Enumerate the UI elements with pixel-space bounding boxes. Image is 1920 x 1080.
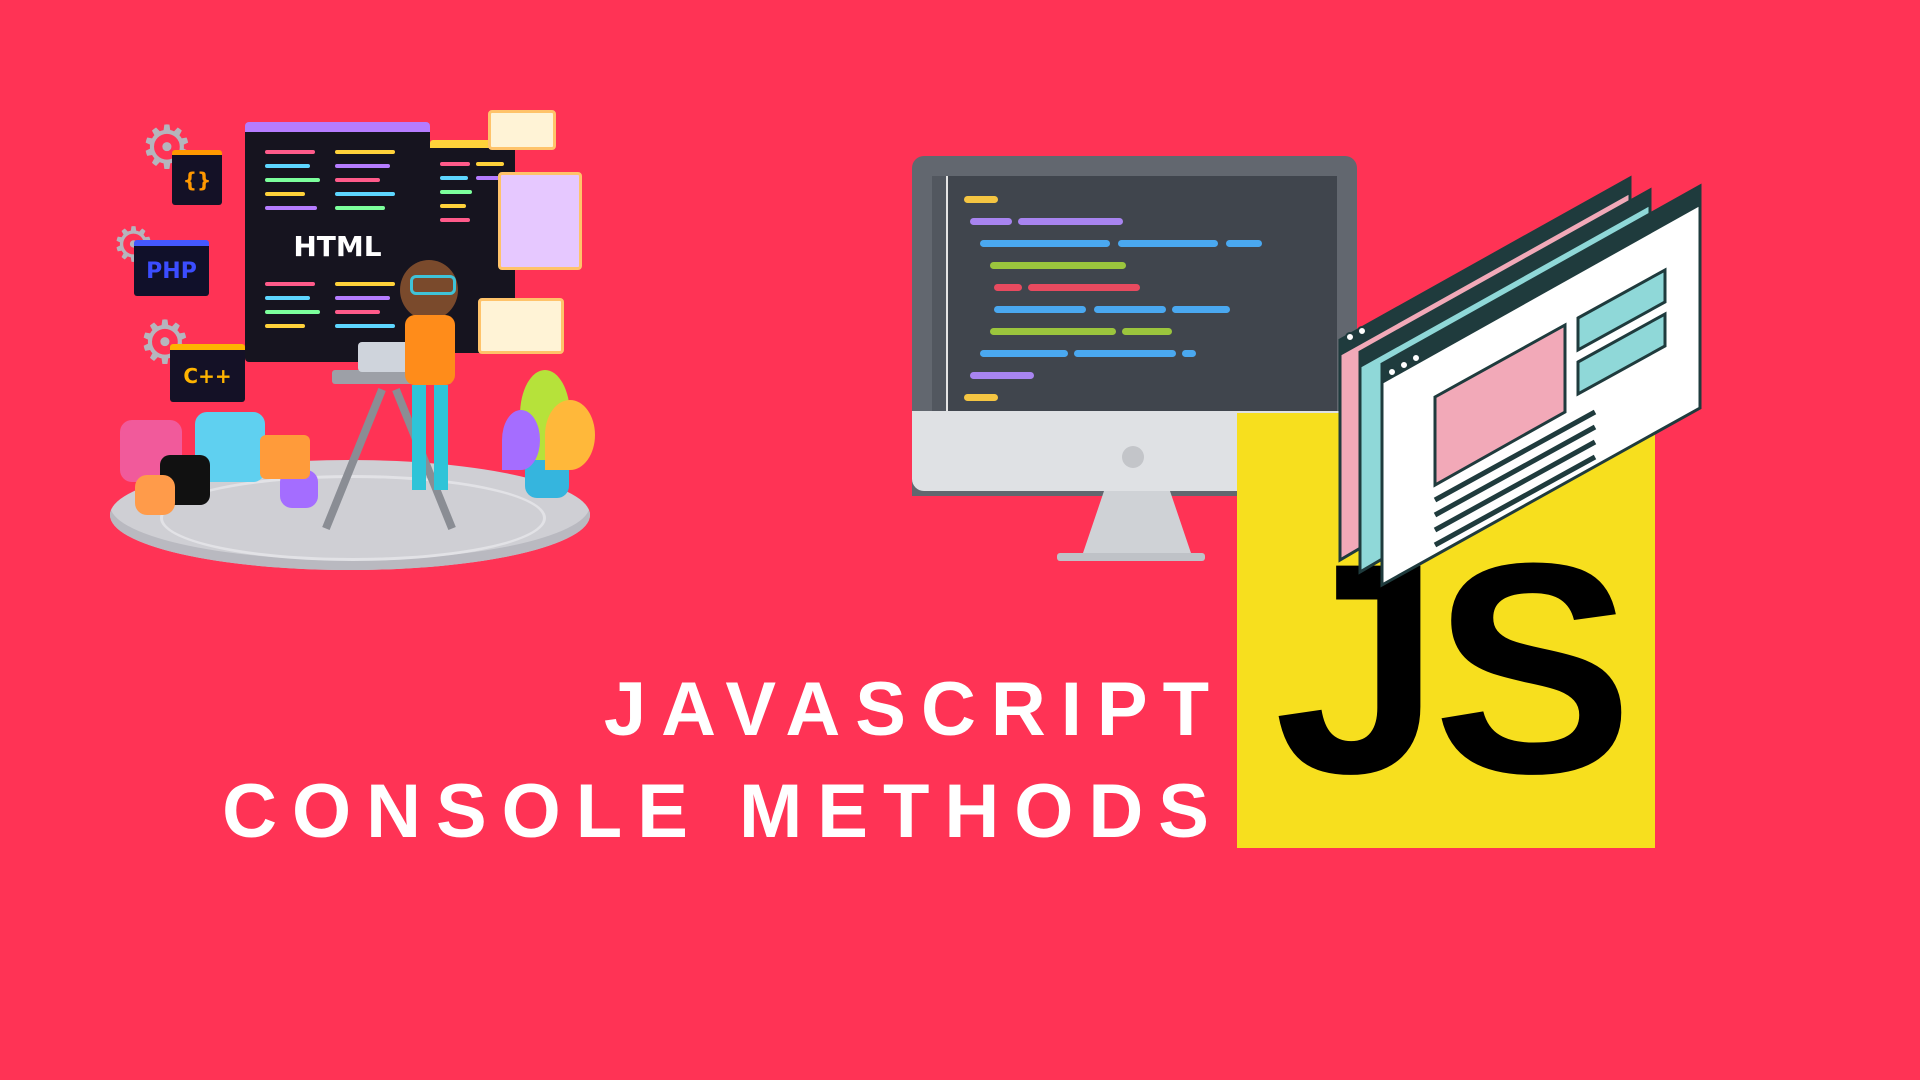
- monitor-stand: [1082, 491, 1192, 556]
- browser-windows-illustration: [1330, 150, 1710, 590]
- php-label: PHP: [146, 258, 197, 284]
- monitor-button: [1122, 446, 1144, 468]
- title-line-2: CONSOLE METHODS: [222, 769, 1224, 854]
- code-icon: [488, 110, 556, 150]
- plant-leaf: [545, 400, 595, 470]
- person-body: [405, 315, 455, 385]
- monitor-base: [1057, 553, 1205, 561]
- code-image-card: [478, 298, 564, 354]
- braces-chip: {}: [172, 150, 222, 205]
- title-line-1: JAVASCRIPT: [603, 667, 1224, 752]
- image-card: [498, 172, 582, 270]
- person-leg: [434, 385, 448, 490]
- person-leg: [412, 385, 426, 490]
- platform-ring: [160, 475, 546, 561]
- browser-windows-svg: [1338, 175, 1702, 588]
- glasses: [410, 275, 456, 295]
- braces-label: {}: [182, 168, 212, 192]
- cpp-chip: C++: [170, 344, 245, 402]
- cpp-label: C++: [183, 364, 232, 388]
- folder-icon: [260, 435, 310, 479]
- developer-illustration: ⚙ ⚙ ⚙ {} PHP C++ HTML: [100, 110, 620, 580]
- php-chip: PHP: [134, 240, 209, 296]
- screen-gutter: [932, 176, 948, 411]
- plant-leaf: [502, 410, 540, 470]
- html-code-panel: HTML: [245, 122, 430, 362]
- html-label: HTML: [293, 230, 382, 263]
- image-icon: [135, 475, 175, 515]
- monitor-screen: [932, 176, 1337, 411]
